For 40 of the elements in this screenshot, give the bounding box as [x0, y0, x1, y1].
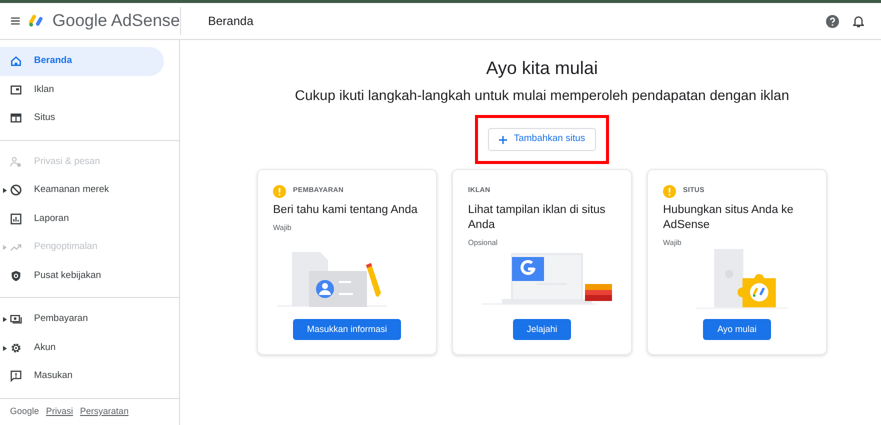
nav-item[interactable]: Akun: [0, 334, 164, 362]
card-action-button[interactable]: Ayo mulai: [703, 319, 771, 340]
brand-name: Google AdSense: [52, 10, 180, 32]
page-subtitle: Cukup ikuti langkah-langkah untuk mulai memperoleh pendapatan dengan iklan: [294, 86, 790, 105]
block-icon: [10, 184, 22, 196]
plus-icon: [498, 136, 507, 144]
nav-item[interactable]: Laporan: [0, 204, 164, 233]
money-icon: [10, 313, 22, 326]
nav-item[interactable]: Pembayaran: [0, 305, 164, 334]
footer-link[interactable]: Privasi: [46, 405, 74, 418]
logo-icon: [28, 13, 44, 29]
card-title: Hubungkan situs Anda ke AdSense: [663, 203, 794, 233]
feedback-icon: [10, 370, 22, 382]
bar-chart-icon: [10, 212, 22, 225]
shield-icon: [10, 270, 22, 282]
card-title: Lihat tampilan iklan di situs Anda: [468, 203, 606, 233]
nav-item[interactable]: Keamanan merek: [0, 176, 164, 204]
expand-arrow-icon[interactable]: [3, 188, 7, 193]
notification-bell-icon[interactable]: [853, 14, 864, 28]
page-title: Beranda: [208, 13, 254, 30]
page-heading: Ayo kita mulai: [486, 57, 598, 80]
card-action-button[interactable]: Masukkan informasi: [292, 319, 402, 340]
footer-brand: Google: [10, 405, 40, 418]
nav-item[interactable]: Beranda: [0, 47, 164, 76]
menu-icon[interactable]: [11, 16, 20, 26]
help-icon[interactable]: [826, 14, 839, 28]
site-layout-icon: [10, 112, 22, 124]
expand-arrow-icon[interactable]: [3, 346, 7, 350]
card-title: Beri tahu kami tentang Anda: [273, 203, 418, 218]
card-action-button[interactable]: Jelajahi: [512, 319, 572, 340]
home-icon: [10, 55, 22, 68]
footer-link[interactable]: Persyaratan: [80, 405, 129, 418]
nav-item[interactable]: Situs: [0, 104, 164, 132]
add-site-button[interactable]: Tambahkan situs: [488, 128, 596, 151]
ad-window-icon: [10, 84, 22, 96]
settings-icon: [10, 342, 22, 354]
nav-item[interactable]: Masukan: [0, 362, 164, 390]
nav-item[interactable]: Iklan: [0, 76, 164, 104]
expand-arrow-icon[interactable]: [3, 317, 7, 322]
nav-item[interactable]: Pusat kebijakan: [0, 262, 164, 290]
